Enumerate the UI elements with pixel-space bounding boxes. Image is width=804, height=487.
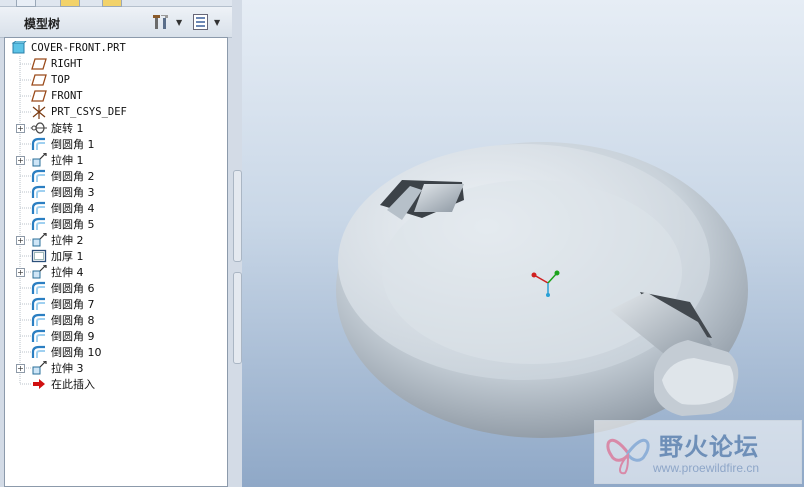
tree-node[interactable]: 倒圆角 1 [31,136,95,152]
watermark-url: www.proewildfire.cn [653,461,760,475]
tab-model-tree[interactable] [16,0,36,7]
chevron-down-icon: ▼ [176,17,183,27]
tree-node[interactable]: TOP [31,72,70,88]
round-icon [31,329,47,343]
watermark: 野火论坛 www.proewildfire.cn [594,420,802,484]
tree-node-label: PRT_CSYS_DEF [51,106,127,118]
extrude-icon [31,152,47,167]
tree-node-label: 在此插入 [51,378,95,391]
tree-node-label: 拉伸 1 [51,154,84,167]
part-icon [11,40,27,55]
tree-node[interactable]: 倒圆角 3 [31,184,95,200]
tree-node-label: 倒圆角 3 [51,186,95,199]
tree-node[interactable]: 拉伸 1 [31,152,84,168]
tree-node-label: 拉伸 3 [51,362,84,375]
tree-node[interactable]: 倒圆角 2 [31,168,95,184]
round-icon [31,297,47,311]
tree-node[interactable]: 倒圆角 6 [31,280,95,296]
model-tree-header: 模型树 ▼ ▼ [0,7,232,38]
tree-node[interactable]: 拉伸 2 [31,232,84,248]
revolve-icon [31,121,47,135]
round-icon [31,169,47,183]
round-icon [31,185,47,199]
round-icon [31,313,47,327]
cover-front-part[interactable] [336,142,748,438]
expand-icon[interactable]: + [16,364,25,373]
tree-node[interactable]: 倒圆角 4 [31,200,95,216]
splitter-grip-upper[interactable] [233,170,242,262]
expand-icon[interactable]: + [16,124,25,133]
coordinate-system-icon [31,105,47,119]
tree-node[interactable]: 在此插入 [31,376,95,392]
watermark-title: 野火论坛 [659,433,759,461]
panel-tab-strip [0,0,232,7]
tree-node[interactable]: 拉伸 3 [31,360,84,376]
model-tree[interactable]: COVER-FRONT.PRT RIGHT TOP FRONT PRT_CSYS_DEF… [4,37,228,487]
tree-node-label: 倒圆角 6 [51,282,95,295]
round-icon [31,137,47,151]
tree-node-label: 倒圆角 5 [51,218,95,231]
tree-node[interactable]: 倒圆角 8 [31,312,95,328]
tree-node[interactable]: 拉伸 4 [31,264,84,280]
tree-node[interactable]: 倒圆角 5 [31,216,95,232]
tree-node-label: 倒圆角 1 [51,138,95,151]
tab-folder-browser[interactable] [60,0,80,7]
model-tree-panel: 模型树 ▼ ▼ COVER-FRONT.PRT RIGHT TOP FRONT PRT_… [0,0,232,487]
round-icon [31,345,47,359]
tree-node-label: COVER-FRONT.PRT [31,42,126,54]
tree-node[interactable]: COVER-FRONT.PRT [11,40,126,56]
round-icon [31,217,47,231]
thicken-icon [31,249,47,263]
tree-settings-button[interactable]: ▼ [152,13,182,31]
expand-icon[interactable]: + [16,236,25,245]
tree-node-label: 倒圆角 4 [51,202,95,215]
tree-node[interactable]: 旋转 1 [31,120,84,136]
tree-node[interactable]: 倒圆角 10 [31,344,102,360]
tree-node-label: FRONT [51,90,83,102]
tree-node[interactable]: 倒圆角 9 [31,328,95,344]
expand-icon[interactable]: + [16,156,25,165]
tree-node-label: 倒圆角 8 [51,314,95,327]
graphics-viewport[interactable] [242,0,804,487]
round-icon [31,201,47,215]
tree-node-label: TOP [51,74,70,86]
tree-node-label: 倒圆角 9 [51,330,95,343]
tree-node[interactable]: PRT_CSYS_DEF [31,104,127,120]
tree-node[interactable]: 倒圆角 7 [31,296,95,312]
tree-node-label: 拉伸 2 [51,234,84,247]
chevron-down-icon: ▼ [214,17,221,27]
model-tree-title: 模型树 [24,17,61,31]
tree-node-label: 倒圆角 7 [51,298,95,311]
tree-node-label: RIGHT [51,58,83,70]
extrude-icon [31,264,47,279]
tree-node[interactable]: 加厚 1 [31,248,84,264]
datum-plane-icon [31,57,47,71]
datum-plane-icon [31,89,47,103]
insert-here-arrow-icon [31,377,47,391]
tools-icon [153,15,168,29]
tree-node[interactable]: FRONT [31,88,83,104]
tree-node-label: 加厚 1 [51,250,84,263]
splitter-grip-lower[interactable] [233,272,242,364]
expand-icon[interactable]: + [16,268,25,277]
extrude-icon [31,232,47,247]
model-3d-view [336,142,748,438]
round-icon [31,281,47,295]
tree-node-label: 倒圆角 2 [51,170,95,183]
extrude-icon [31,360,47,375]
tree-node-label: 倒圆角 10 [51,346,102,359]
tree-node-label: 旋转 1 [51,122,84,135]
list-icon [193,14,208,30]
tab-favorites[interactable] [102,0,122,7]
panel-splitter[interactable] [232,0,242,487]
datum-plane-icon [31,73,47,87]
butterfly-logo-icon [606,438,650,475]
tree-node[interactable]: RIGHT [31,56,83,72]
tree-show-button[interactable]: ▼ [192,13,220,31]
tree-node-label: 拉伸 4 [51,266,84,279]
